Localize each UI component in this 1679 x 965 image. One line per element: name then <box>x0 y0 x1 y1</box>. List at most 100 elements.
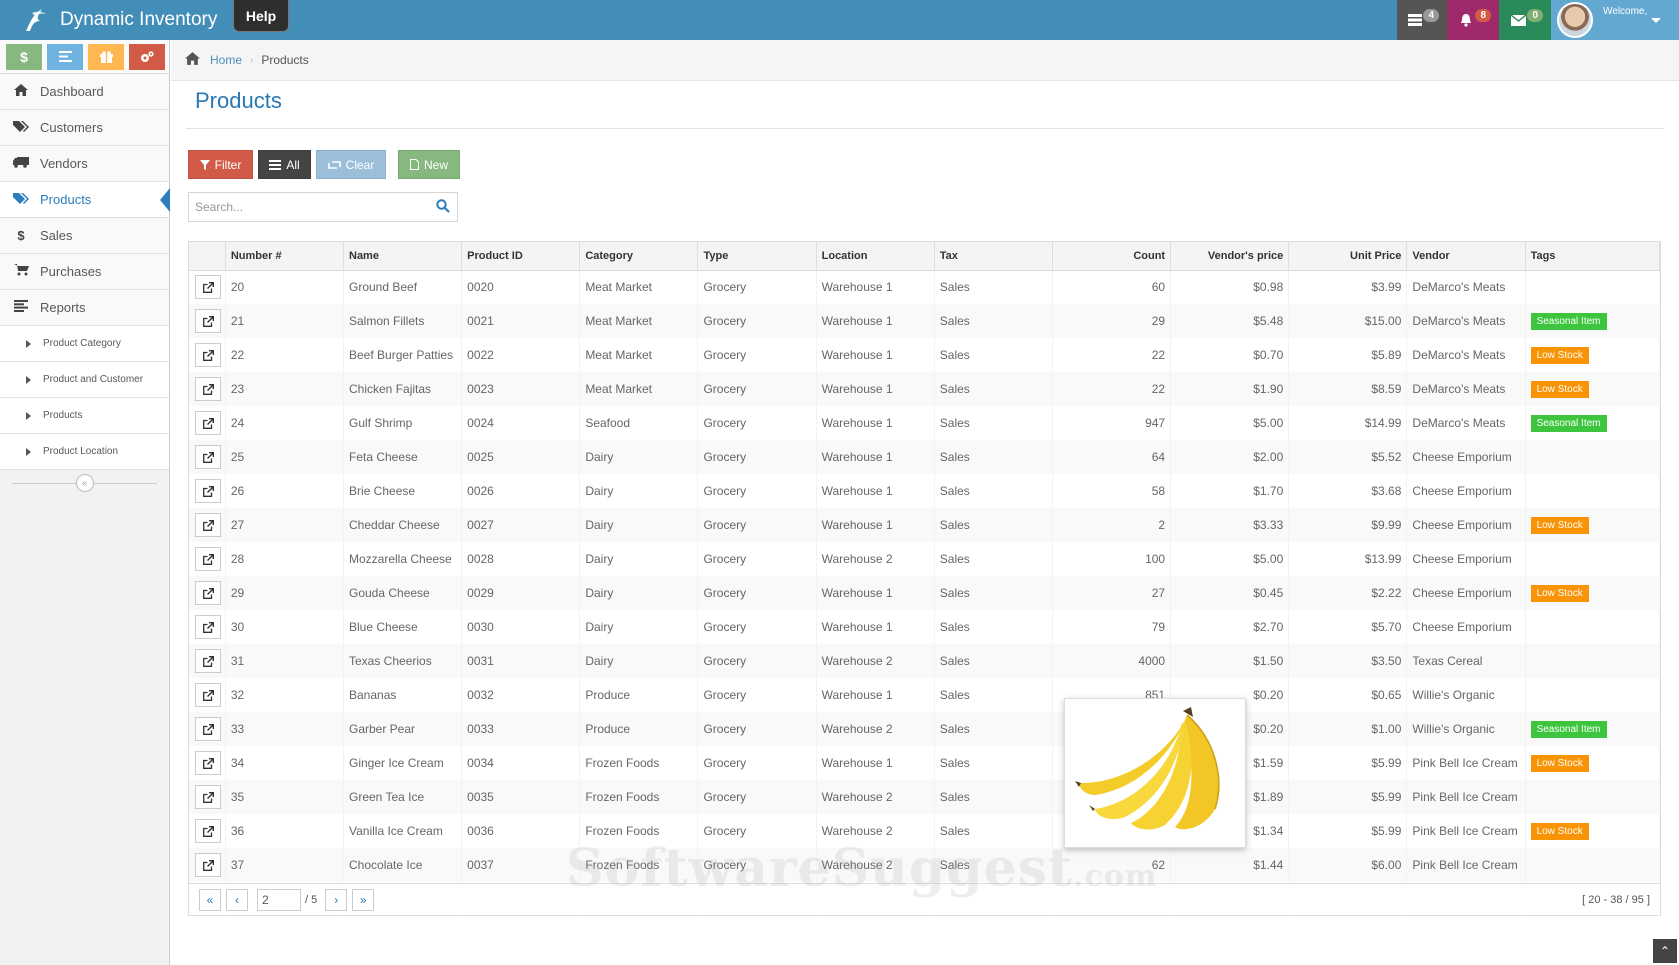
column-header[interactable]: Unit Price <box>1288 242 1408 271</box>
cell-cat: Dairy <box>579 440 699 474</box>
settings-shortcut-button[interactable] <box>129 43 165 70</box>
open-row-button[interactable] <box>195 309 221 333</box>
next-page-button[interactable]: › <box>325 888 348 911</box>
column-header[interactable]: Tax <box>934 242 1053 271</box>
cell-tax: Sales <box>934 712 1053 746</box>
open-row-button[interactable] <box>195 615 221 639</box>
cell-type: Grocery <box>697 304 817 338</box>
open-row-button[interactable] <box>195 819 221 843</box>
sidebar-item-customers[interactable]: Customers <box>0 110 169 146</box>
user-menu[interactable]: Welcome, <box>1551 0 1679 40</box>
page-number-input[interactable] <box>257 888 301 911</box>
cell-num: 28 <box>225 542 345 576</box>
search-input[interactable] <box>189 193 419 221</box>
search-icon[interactable] <box>436 199 450 213</box>
open-row-button[interactable] <box>195 547 221 571</box>
sidebar-subitem-products[interactable]: Products <box>0 398 169 434</box>
breadcrumb-home-link[interactable]: Home <box>210 53 242 67</box>
row-action-cell <box>189 678 226 712</box>
first-page-button[interactable]: « <box>199 888 221 911</box>
cell-vendor: Cheese Emporium <box>1406 440 1526 474</box>
list-shortcut-button[interactable] <box>47 43 83 70</box>
external-link-icon <box>202 791 214 803</box>
cell-tags: Seasonal Item <box>1525 304 1661 338</box>
cell-pid: 0033 <box>461 712 581 746</box>
cell-pid: 0032 <box>461 678 581 712</box>
open-row-button[interactable] <box>195 377 221 401</box>
clear-button[interactable]: Clear <box>316 150 386 179</box>
tasks-button[interactable]: 4 <box>1397 0 1447 40</box>
cell-loc: Warehouse 1 <box>816 372 935 406</box>
column-header[interactable]: Name <box>343 242 463 271</box>
open-row-button[interactable] <box>195 853 221 877</box>
column-header[interactable]: Vendor <box>1406 242 1526 271</box>
table-row: 31 Texas Cheerios 0031 Dairy Grocery Warehous… <box>189 644 1661 678</box>
sidebar-item-purchases[interactable]: Purchases <box>0 254 169 290</box>
column-header[interactable]: Type <box>697 242 817 271</box>
sidebar-shortcuts: $ <box>0 40 169 74</box>
row-action-cell <box>189 372 226 406</box>
column-header[interactable]: Count <box>1052 242 1172 271</box>
cell-vendor: DeMarco's Meats <box>1406 304 1526 338</box>
sidebar-item-vendors[interactable]: Vendors <box>0 146 169 182</box>
filter-button[interactable]: Filter <box>188 150 253 179</box>
cell-name: Feta Cheese <box>343 440 463 474</box>
open-row-button[interactable] <box>195 479 221 503</box>
messages-button[interactable]: 0 <box>1499 0 1551 40</box>
tag-badge: Low Stock <box>1530 346 1589 364</box>
dollar-shortcut-button[interactable]: $ <box>6 43 42 70</box>
open-row-button[interactable] <box>195 649 221 673</box>
cell-cat: Meat Market <box>579 338 699 372</box>
column-header[interactable]: Number # <box>225 242 345 271</box>
cell-count: 79 <box>1052 610 1172 644</box>
sidebar-item-dashboard[interactable]: Dashboard <box>0 74 169 110</box>
new-button[interactable]: New <box>398 150 460 179</box>
cell-cat: Frozen Foods <box>579 746 699 780</box>
brand[interactable]: Dynamic Inventory <box>20 0 217 40</box>
external-link-icon <box>202 281 214 293</box>
column-header[interactable]: Vendor's price <box>1170 242 1290 271</box>
open-row-button[interactable] <box>195 275 221 300</box>
cell-vprice: $1.44 <box>1170 848 1290 882</box>
open-row-button[interactable] <box>195 343 221 367</box>
gift-shortcut-button[interactable] <box>88 43 124 70</box>
cell-type: Grocery <box>697 712 817 746</box>
cell-num: 31 <box>225 644 345 678</box>
column-header[interactable]: Location <box>816 242 935 271</box>
cell-loc: Warehouse 1 <box>816 678 935 712</box>
scroll-to-top-button[interactable]: ⌃ <box>1653 939 1677 963</box>
prev-page-button[interactable]: ‹ <box>226 888 248 911</box>
sidebar-subitem-product-and-customer[interactable]: Product and Customer <box>0 362 169 398</box>
open-row-button[interactable] <box>195 411 221 435</box>
help-button[interactable]: Help <box>233 0 289 32</box>
double-chevron-left-icon[interactable]: « <box>75 474 94 492</box>
cell-num: 27 <box>225 508 345 542</box>
sidebar-subitem-product-location[interactable]: Product Location <box>0 434 169 470</box>
cell-num: 29 <box>225 576 345 610</box>
last-page-button[interactable]: » <box>352 888 375 911</box>
sidebar-item-sales[interactable]: $ Sales <box>0 218 169 254</box>
cell-vendor: Cheese Emporium <box>1406 576 1526 610</box>
open-row-button[interactable] <box>195 683 221 707</box>
cart-icon <box>12 264 30 279</box>
open-row-button[interactable] <box>195 581 221 605</box>
cogs-icon <box>141 50 154 62</box>
column-header[interactable]: Tags <box>1525 242 1661 271</box>
caret-right-icon <box>26 411 31 420</box>
sidebar-item-products[interactable]: Products <box>0 182 170 218</box>
row-action-cell <box>189 338 226 372</box>
column-header[interactable]: Category <box>579 242 699 271</box>
all-button[interactable]: All <box>258 150 311 179</box>
notifications-button[interactable]: 8 <box>1447 0 1499 40</box>
column-header[interactable]: Product ID <box>461 242 581 271</box>
open-row-button[interactable] <box>195 445 221 469</box>
open-row-button[interactable] <box>195 751 221 775</box>
cell-num: 33 <box>225 712 345 746</box>
open-row-button[interactable] <box>195 785 221 809</box>
open-row-button[interactable] <box>195 513 221 537</box>
sidebar-item-label: Customers <box>40 120 103 135</box>
row-action-cell <box>189 270 226 304</box>
sidebar-subitem-product-category[interactable]: Product Category <box>0 326 169 362</box>
sidebar-item-reports[interactable]: Reports <box>0 290 169 326</box>
open-row-button[interactable] <box>195 717 221 741</box>
